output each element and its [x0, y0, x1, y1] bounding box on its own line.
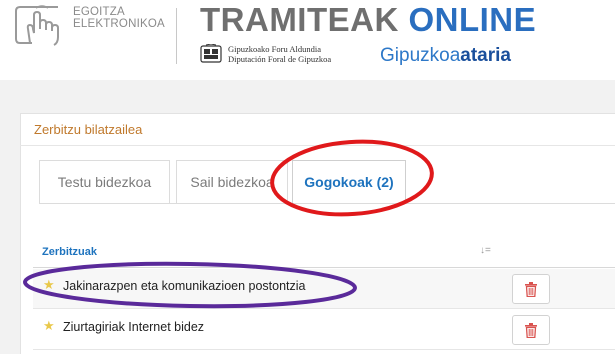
egoitza-hand-icon: [15, 5, 59, 46]
table-row[interactable]: ★ Ziurtagiriak Internet bidez: [33, 310, 615, 350]
dfg-line2: Diputación Foral de Gipuzkoa: [228, 53, 332, 64]
egoitza-label: EGOITZA ELEKTRONIKOA: [73, 6, 165, 30]
egoitza-line2: ELEKTRONIKOA: [73, 18, 165, 30]
header-divider: [176, 8, 177, 64]
panel-title: Zerbitzu bilatzailea: [34, 122, 143, 137]
star-icon: ★: [43, 318, 55, 333]
tab-text-search[interactable]: Testu bidezkoa: [39, 160, 170, 203]
trash-icon: [525, 322, 537, 338]
trash-icon: [525, 281, 537, 297]
page-title: TRAMITEAK ONLINE: [200, 0, 536, 40]
brand-part1: Gipuzkoa: [380, 45, 461, 66]
site-header: EGOITZA ELEKTRONIKOA TRAMITEAK ONLINE Gi…: [0, 0, 615, 78]
dfg-label: Gipuzkoako Foru Aldundia Diputación Fora…: [228, 44, 332, 64]
gipuzkoataria-logo[interactable]: Gipuzkoaataria: [380, 44, 511, 68]
service-link[interactable]: Jakinarazpen eta komunikazioen postontzi…: [63, 279, 306, 293]
service-link[interactable]: Ziurtagiriak Internet bidez: [63, 320, 204, 334]
brand-part2: ataria: [460, 45, 511, 66]
delete-favourite-button[interactable]: [512, 315, 550, 345]
page: EGOITZA ELEKTRONIKOA TRAMITEAK ONLINE Gi…: [0, 0, 615, 354]
table-row[interactable]: ★ Jakinarazpen eta komunikazioen postont…: [33, 269, 615, 309]
egoitza-line1: EGOITZA: [73, 6, 125, 18]
sort-icon[interactable]: ↓=: [480, 245, 491, 256]
table-header: Zerbitzuak ↓=: [33, 238, 615, 268]
dfg-shield-icon: [200, 44, 222, 63]
tab-label: Gogokoak (2): [304, 174, 394, 190]
title-part2: ONLINE: [408, 1, 537, 38]
column-header-services[interactable]: Zerbitzuak: [42, 246, 97, 258]
tabs-baseline: [39, 203, 615, 204]
star-icon: ★: [43, 277, 55, 292]
tab-label: Sail bidezkoa: [190, 174, 274, 190]
tab-favourites[interactable]: Gogokoak (2): [292, 160, 406, 203]
tab-department-search[interactable]: Sail bidezkoa: [176, 160, 288, 203]
tab-label: Testu bidezkoa: [57, 174, 152, 190]
panel-title-divider: [20, 145, 615, 146]
delete-favourite-button[interactable]: [512, 274, 550, 304]
title-part1: TRAMITEAK: [200, 1, 409, 38]
